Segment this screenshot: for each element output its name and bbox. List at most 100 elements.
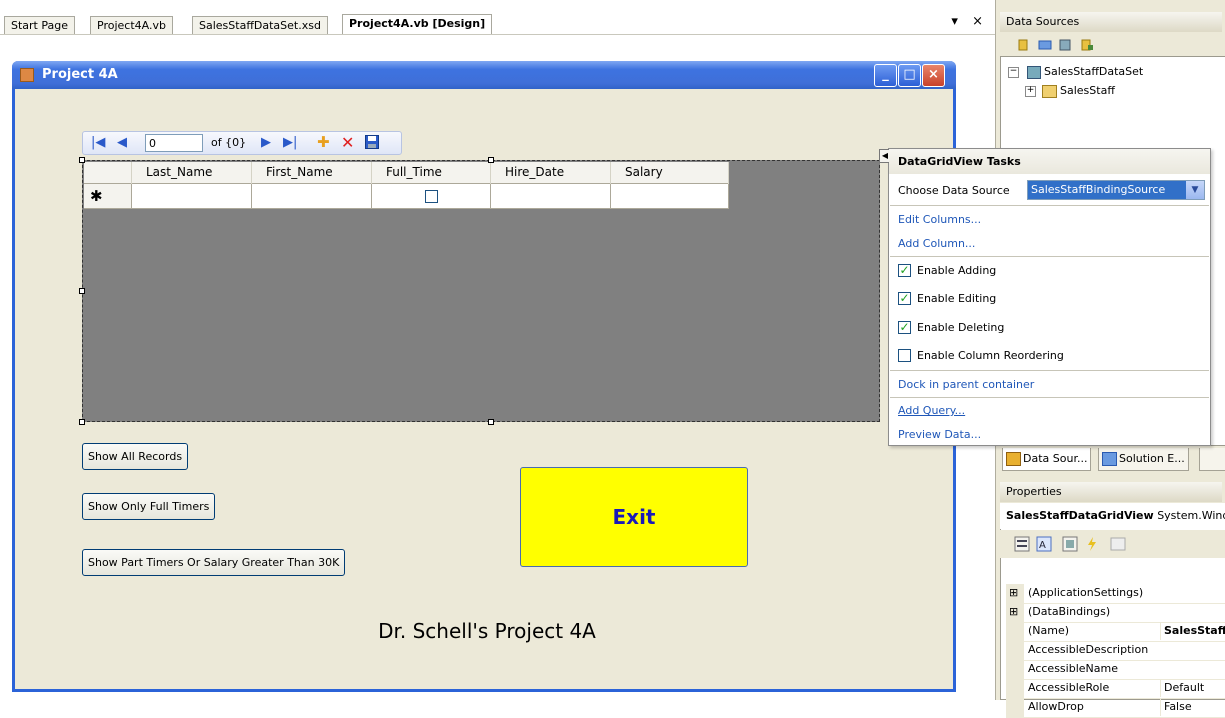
maximize-button[interactable]: □ — [898, 64, 921, 87]
column-header-full-time[interactable]: Full_Time — [372, 162, 491, 184]
categorized-icon[interactable] — [1014, 536, 1030, 552]
add-column-link[interactable]: Add Column... — [898, 237, 975, 250]
move-first-icon[interactable]: |◀ — [91, 135, 105, 150]
enable-reordering-label: Enable Column Reordering — [917, 349, 1064, 362]
enable-adding-checkbox[interactable]: ✓ — [898, 264, 911, 277]
column-header-hire-date[interactable]: Hire_Date — [491, 162, 611, 184]
dock-link[interactable]: Dock in parent container — [898, 378, 1034, 391]
tab-label: Solution E... — [1119, 452, 1185, 465]
alphabetical-icon[interactable]: A — [1036, 536, 1052, 552]
prop-row[interactable]: AllowDrop False — [1006, 698, 1225, 718]
show-part-timers-button[interactable]: Show Part Timers Or Salary Greater Than … — [82, 549, 346, 576]
enable-adding-label: Enable Adding — [917, 264, 997, 277]
tree-item-salesstaff[interactable]: + SalesStaff — [1025, 84, 1115, 98]
enable-editing-checkbox[interactable]: ✓ — [898, 292, 911, 305]
prop-row[interactable]: AccessibleDescription — [1006, 641, 1225, 661]
close-icon[interactable]: × — [972, 14, 983, 29]
solution-explorer-icon — [1102, 452, 1117, 466]
properties-object-selector[interactable]: SalesStaffDataGridView System.Windows.Fo… — [1000, 503, 1225, 529]
delete-icon[interactable]: ✕ — [341, 133, 354, 152]
tab-start-page[interactable]: Start Page — [4, 16, 75, 36]
cell-last-name[interactable] — [132, 184, 252, 209]
table-row[interactable]: ✱ — [84, 184, 729, 209]
table-icon — [1041, 84, 1057, 98]
column-header-last-name[interactable]: Last_Name — [132, 162, 252, 184]
new-row-icon: ✱ — [90, 187, 103, 205]
add-data-source-icon[interactable] — [1016, 38, 1030, 52]
data-grid-view[interactable]: Last_Name First_Name Full_Time Hire_Date… — [79, 157, 880, 425]
panel-tabs: Data Sour... Solution E... — [1000, 448, 1225, 473]
edit-columns-link[interactable]: Edit Columns... — [898, 213, 981, 226]
prop-row[interactable]: (Name)SalesStaffDataGridView — [1006, 622, 1225, 642]
move-next-icon[interactable]: ▶ — [261, 135, 271, 150]
show-all-records-button[interactable]: Show All Records — [82, 443, 189, 470]
column-header-first-name[interactable]: First_Name — [252, 162, 372, 184]
choose-data-source-label: Choose Data Source — [898, 184, 1010, 197]
project-label: Dr. Schell's Project 4A — [378, 619, 596, 643]
expand-icon[interactable]: + — [1025, 85, 1036, 97]
tab-more[interactable] — [1199, 448, 1225, 471]
form-titlebar[interactable]: Project 4A _ □ × — [12, 61, 956, 89]
resize-handle[interactable] — [488, 157, 494, 163]
data-source-select[interactable]: SalesStaffBindingSource ▼ — [1027, 180, 1205, 200]
tab-solution-explorer[interactable]: Solution E... — [1098, 448, 1189, 471]
configure-dataset-icon[interactable] — [1058, 38, 1072, 52]
edit-dataset-icon[interactable] — [1038, 38, 1052, 52]
enable-reordering-checkbox[interactable] — [898, 349, 911, 362]
move-last-icon[interactable]: ▶| — [283, 135, 297, 150]
prop-row[interactable]: AccessibleName — [1006, 660, 1225, 680]
dataset-icon — [1026, 65, 1041, 79]
add-new-icon[interactable]: ✚ — [317, 133, 330, 151]
tab-project4a-design[interactable]: Project4A.vb [Design] — [342, 14, 493, 36]
binding-navigator: |◀ ◀ 0 of {0} ▶ ▶| ✚ ✕ — [82, 131, 402, 155]
resize-handle[interactable] — [488, 419, 494, 425]
move-previous-icon[interactable]: ◀ — [117, 135, 127, 150]
data-source-value: SalesStaffBindingSource — [1031, 183, 1166, 196]
form-window: Project 4A _ □ × |◀ ◀ 0 of {0} ▶ ▶| ✚ ✕ … — [12, 61, 956, 692]
properties-icon[interactable] — [1062, 536, 1078, 552]
properties-toolbar: A — [1000, 530, 1225, 558]
chevron-down-icon[interactable]: ▼ — [1186, 181, 1204, 199]
datagridview-tasks-panel: ◀ DataGridView Tasks Choose Data Source … — [879, 148, 1211, 446]
divider — [890, 397, 1209, 398]
tab-data-sources[interactable]: Data Sour... — [1002, 448, 1092, 471]
preview-data-link[interactable]: Preview Data... — [898, 428, 981, 441]
show-full-timers-button[interactable]: Show Only Full Timers — [82, 493, 216, 520]
events-icon[interactable] — [1084, 536, 1100, 552]
enable-deleting-checkbox[interactable]: ✓ — [898, 321, 911, 334]
divider — [890, 256, 1209, 257]
form-title: Project 4A — [42, 67, 118, 82]
cell-full-time[interactable] — [372, 184, 491, 209]
chevron-down-icon[interactable]: ▾ — [951, 14, 958, 29]
exit-button[interactable]: Exit — [520, 467, 748, 567]
cell-first-name[interactable] — [252, 184, 372, 209]
resize-handle[interactable] — [79, 288, 85, 294]
full-time-checkbox[interactable] — [425, 190, 438, 203]
row-header-corner — [84, 162, 132, 184]
tab-controls: ▾ × — [951, 14, 983, 29]
tab-label: Data Sour... — [1023, 452, 1088, 465]
cell-salary[interactable] — [611, 184, 729, 209]
cell-hire-date[interactable] — [491, 184, 611, 209]
divider — [890, 205, 1209, 206]
property-pages-icon[interactable] — [1110, 536, 1126, 552]
add-query-link[interactable]: Add Query... — [898, 404, 965, 417]
tab-salesstaffdataset-xsd[interactable]: SalesStaffDataSet.xsd — [192, 16, 328, 36]
save-icon[interactable] — [365, 135, 379, 153]
prop-row[interactable]: ⊞ (ApplicationSettings) — [1006, 584, 1225, 604]
resize-handle[interactable] — [79, 419, 85, 425]
minimize-button[interactable]: _ — [874, 64, 897, 87]
refresh-icon[interactable] — [1080, 38, 1094, 52]
collapse-icon[interactable]: − — [1008, 66, 1019, 78]
column-header-salary[interactable]: Salary — [611, 162, 729, 184]
tree-item-salesstaffdataset[interactable]: − SalesStaffDataSet — [1008, 65, 1143, 79]
resize-handle[interactable] — [79, 157, 85, 163]
tab-project4a-vb[interactable]: Project4A.vb — [90, 16, 173, 36]
close-button[interactable]: × — [922, 64, 945, 87]
tree-item-label: SalesStaffDataSet — [1044, 65, 1144, 78]
row-header[interactable]: ✱ — [84, 184, 132, 209]
position-input[interactable]: 0 — [145, 134, 203, 152]
prop-row[interactable]: ⊞ (DataBindings) — [1006, 603, 1225, 623]
prop-row[interactable]: AccessibleRole Default — [1006, 679, 1225, 699]
enable-deleting-label: Enable Deleting — [917, 321, 1005, 334]
